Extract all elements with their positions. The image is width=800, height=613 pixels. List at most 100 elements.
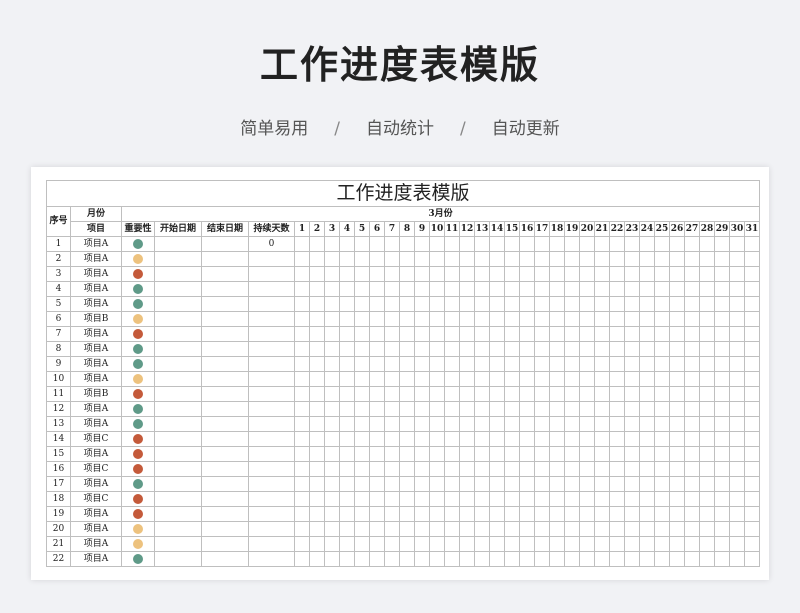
cell-end-date[interactable]	[201, 491, 249, 507]
cell-seq[interactable]: 3	[46, 266, 71, 282]
cell-day[interactable]	[519, 251, 535, 267]
cell-end-date[interactable]	[201, 371, 249, 387]
cell-day[interactable]	[699, 326, 715, 342]
cell-day[interactable]	[309, 491, 325, 507]
cell-day[interactable]	[714, 461, 730, 477]
cell-day[interactable]	[519, 431, 535, 447]
cell-day[interactable]	[534, 386, 550, 402]
cell-day[interactable]	[684, 281, 700, 297]
cell-day[interactable]	[444, 521, 460, 537]
cell-day[interactable]	[594, 266, 610, 282]
cell-start-date[interactable]	[154, 491, 202, 507]
cell-day[interactable]	[459, 431, 475, 447]
cell-day[interactable]	[564, 326, 580, 342]
cell-day[interactable]	[399, 296, 415, 312]
cell-day[interactable]	[444, 281, 460, 297]
cell-day[interactable]	[714, 266, 730, 282]
cell-day[interactable]	[714, 416, 730, 432]
cell-day[interactable]	[714, 521, 730, 537]
cell-seq[interactable]: 9	[46, 356, 71, 372]
cell-day[interactable]	[504, 536, 520, 552]
cell-day[interactable]	[474, 341, 490, 357]
cell-day[interactable]	[639, 521, 655, 537]
cell-day[interactable]	[474, 416, 490, 432]
cell-day[interactable]	[429, 536, 445, 552]
cell-day[interactable]	[294, 311, 310, 327]
cell-day[interactable]	[339, 476, 355, 492]
cell-day[interactable]	[729, 326, 745, 342]
cell-day[interactable]	[549, 401, 565, 417]
cell-day[interactable]	[399, 521, 415, 537]
cell-importance[interactable]	[121, 281, 155, 297]
cell-project[interactable]: 项目A	[70, 281, 122, 297]
cell-day[interactable]	[414, 251, 430, 267]
cell-day[interactable]	[294, 326, 310, 342]
cell-end-date[interactable]	[201, 431, 249, 447]
cell-project[interactable]: 项目C	[70, 431, 122, 447]
cell-day[interactable]	[699, 446, 715, 462]
cell-day[interactable]	[684, 266, 700, 282]
cell-day[interactable]	[294, 281, 310, 297]
cell-duration[interactable]	[248, 401, 295, 417]
cell-day[interactable]	[729, 371, 745, 387]
cell-day[interactable]	[729, 431, 745, 447]
cell-day[interactable]	[459, 446, 475, 462]
cell-day[interactable]	[474, 521, 490, 537]
cell-day[interactable]	[369, 326, 385, 342]
cell-day[interactable]	[699, 416, 715, 432]
cell-day[interactable]	[324, 446, 340, 462]
cell-day[interactable]	[699, 506, 715, 522]
cell-day[interactable]	[384, 281, 400, 297]
cell-day[interactable]	[339, 296, 355, 312]
cell-day[interactable]	[444, 551, 460, 567]
cell-day[interactable]	[354, 236, 370, 252]
cell-importance[interactable]	[121, 326, 155, 342]
cell-day[interactable]	[594, 371, 610, 387]
cell-day[interactable]	[714, 506, 730, 522]
cell-day[interactable]	[699, 551, 715, 567]
cell-start-date[interactable]	[154, 476, 202, 492]
cell-day[interactable]	[639, 461, 655, 477]
cell-duration[interactable]	[248, 416, 295, 432]
cell-day[interactable]	[429, 446, 445, 462]
cell-day[interactable]	[744, 251, 760, 267]
cell-day[interactable]	[504, 521, 520, 537]
cell-day[interactable]	[624, 476, 640, 492]
cell-day[interactable]	[324, 416, 340, 432]
cell-day[interactable]	[504, 401, 520, 417]
cell-day[interactable]	[564, 371, 580, 387]
cell-day[interactable]	[609, 371, 625, 387]
cell-day[interactable]	[414, 236, 430, 252]
cell-day[interactable]	[609, 266, 625, 282]
cell-start-date[interactable]	[154, 266, 202, 282]
cell-day[interactable]	[714, 371, 730, 387]
cell-start-date[interactable]	[154, 251, 202, 267]
cell-day[interactable]	[729, 401, 745, 417]
cell-day[interactable]	[579, 416, 595, 432]
cell-end-date[interactable]	[201, 536, 249, 552]
cell-project[interactable]: 项目A	[70, 476, 122, 492]
cell-day[interactable]	[324, 536, 340, 552]
cell-day[interactable]	[369, 551, 385, 567]
cell-day[interactable]	[699, 356, 715, 372]
cell-day[interactable]	[354, 326, 370, 342]
cell-day[interactable]	[384, 446, 400, 462]
cell-day[interactable]	[519, 341, 535, 357]
cell-start-date[interactable]	[154, 386, 202, 402]
cell-day[interactable]	[594, 401, 610, 417]
cell-day[interactable]	[399, 311, 415, 327]
cell-day[interactable]	[444, 431, 460, 447]
cell-end-date[interactable]	[201, 326, 249, 342]
cell-day[interactable]	[339, 506, 355, 522]
cell-project[interactable]: 项目C	[70, 491, 122, 507]
cell-day[interactable]	[624, 356, 640, 372]
cell-day[interactable]	[564, 431, 580, 447]
cell-day[interactable]	[624, 506, 640, 522]
cell-day[interactable]	[699, 236, 715, 252]
cell-day[interactable]	[519, 446, 535, 462]
cell-day[interactable]	[399, 476, 415, 492]
cell-day[interactable]	[519, 461, 535, 477]
cell-day[interactable]	[549, 311, 565, 327]
cell-day[interactable]	[744, 341, 760, 357]
cell-day[interactable]	[669, 461, 685, 477]
